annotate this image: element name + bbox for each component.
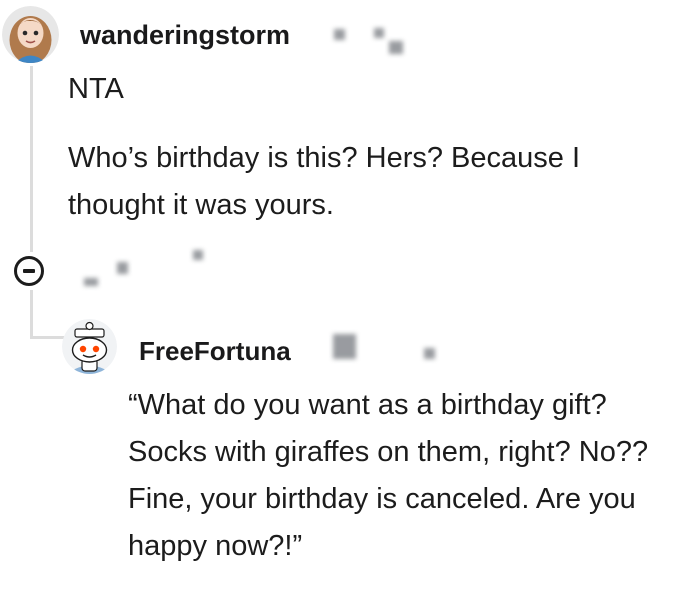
comment-1-username[interactable]: wanderingstorm bbox=[80, 20, 290, 51]
comment-1-body-line: NTA bbox=[68, 73, 124, 105]
comment-1-body-paragraph: Who’s birthday is this? Hers? Because I … bbox=[68, 142, 581, 221]
redacted-meta bbox=[333, 334, 356, 359]
redacted-meta bbox=[389, 41, 403, 54]
comment-2-body-paragraph: “What do you want as a birthday gift? So… bbox=[128, 389, 649, 562]
comment-1-avatar[interactable] bbox=[2, 6, 59, 63]
thread-line-branch bbox=[30, 290, 33, 338]
comment-2-avatar[interactable] bbox=[62, 319, 117, 374]
redacted-meta bbox=[374, 28, 384, 38]
comment-2-username[interactable]: FreeFortuna bbox=[139, 336, 291, 367]
redacted-meta bbox=[424, 348, 435, 359]
collapse-thread-icon[interactable] bbox=[14, 256, 44, 286]
redacted-meta bbox=[193, 250, 203, 260]
redacted-meta bbox=[84, 278, 98, 286]
girl-avatar-icon bbox=[2, 6, 59, 63]
redacted-meta bbox=[334, 29, 345, 40]
thread-line-main bbox=[30, 66, 33, 252]
collapse-minus-glyph bbox=[23, 269, 35, 273]
redacted-meta bbox=[117, 262, 128, 274]
thread-line-elbow bbox=[30, 336, 66, 339]
snoo-avatar-icon bbox=[62, 319, 117, 374]
